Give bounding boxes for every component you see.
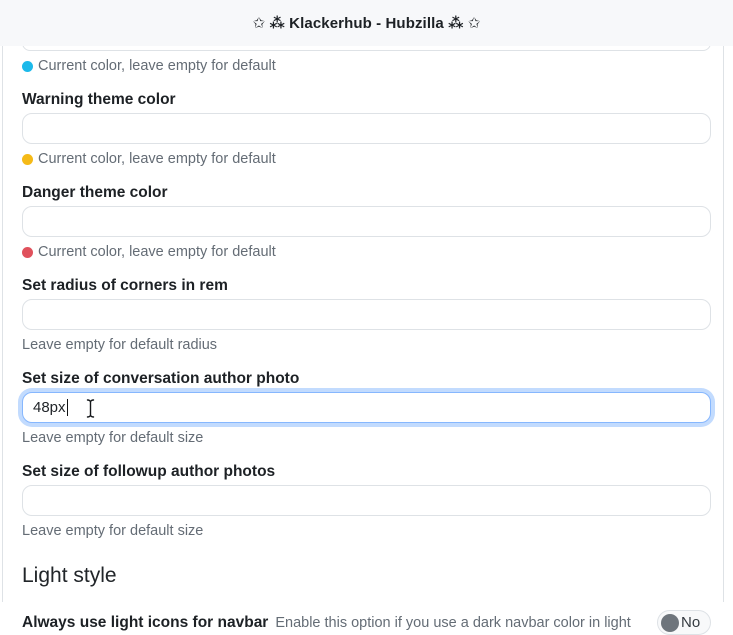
warning-theme-color-input[interactable] [22, 113, 711, 144]
field-help-text: Leave empty for default size [22, 428, 203, 448]
field-help-text: Leave empty for default size [22, 521, 203, 541]
danger-color-dot [22, 247, 33, 258]
page-title: ✩ ⁂ Klackerhub - Hubzilla ⁂ ✩ [253, 14, 481, 32]
section-heading-light-style: Light style [22, 563, 711, 589]
form-group-conversation-photo-size: Set size of conversation author photo 48… [22, 368, 711, 448]
field-label: Set size of followup author photos [22, 461, 711, 482]
field-help-text: Leave empty for default radius [22, 335, 217, 355]
field-label: Danger theme color [22, 182, 711, 203]
setting-label: Always use light icons for navbar [22, 614, 268, 632]
input-value: 48px [33, 399, 66, 416]
warning-color-dot [22, 154, 33, 165]
field-help: Current color, leave empty for default [22, 149, 711, 169]
form-group-warning-color: Warning theme color Current color, leave… [22, 89, 711, 169]
ibeam-cursor-icon [84, 398, 97, 419]
field-help: Leave empty for default radius [22, 335, 711, 355]
settings-panel: Current color, leave empty for default W… [2, 35, 724, 602]
field-help: Current color, leave empty for default [22, 56, 711, 76]
field-help: Leave empty for default size [22, 521, 711, 541]
text-caret [67, 399, 69, 416]
field-label: Set size of conversation author photo [22, 368, 711, 389]
corner-radius-input[interactable] [22, 299, 711, 330]
field-label: Set radius of corners in rem [22, 275, 711, 296]
conversation-photo-size-input[interactable]: 48px [22, 392, 711, 423]
light-navbar-icons-toggle[interactable]: No [657, 610, 711, 635]
info-color-dot [22, 61, 33, 72]
danger-theme-color-input[interactable] [22, 206, 711, 237]
field-help-text: Current color, leave empty for default [38, 242, 276, 262]
form-group-corner-radius: Set radius of corners in rem Leave empty… [22, 275, 711, 355]
field-help-text: Current color, leave empty for default [38, 149, 276, 169]
form-group-followup-photo-size: Set size of followup author photos Leave… [22, 461, 711, 541]
field-help: Leave empty for default size [22, 428, 711, 448]
setting-row-light-navbar-icons: Always use light icons for navbar Enable… [22, 610, 711, 635]
form-group-danger-color: Danger theme color Current color, leave … [22, 182, 711, 262]
field-help-text: Current color, leave empty for default [38, 56, 276, 76]
field-label: Warning theme color [22, 89, 711, 110]
titlebar: ✩ ⁂ Klackerhub - Hubzilla ⁂ ✩ [0, 0, 733, 46]
toggle-knob-icon [661, 614, 679, 632]
setting-description: Enable this option if you use a dark nav… [275, 615, 649, 631]
followup-photo-size-input[interactable] [22, 485, 711, 516]
toggle-state-label: No [681, 614, 700, 631]
field-help: Current color, leave empty for default [22, 242, 711, 262]
